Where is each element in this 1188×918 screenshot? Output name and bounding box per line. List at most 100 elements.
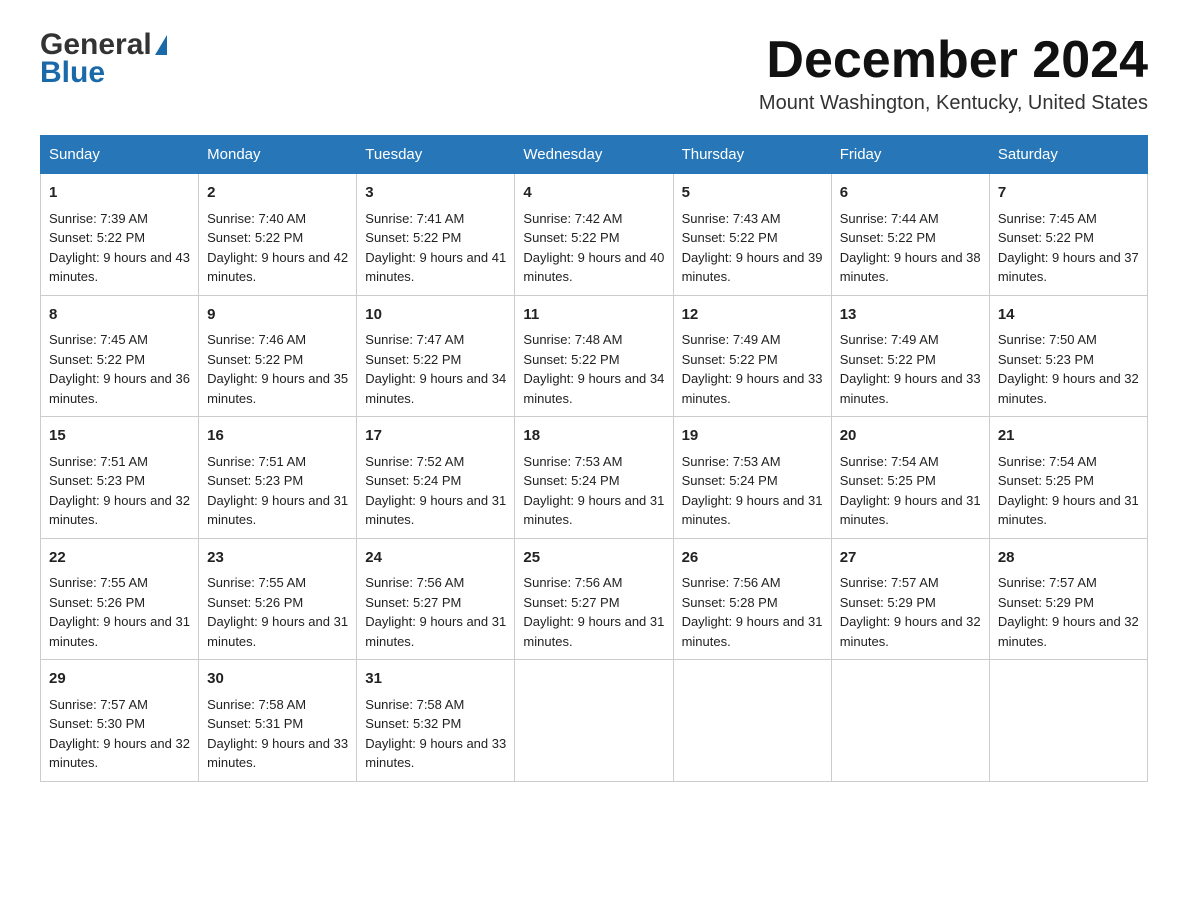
calendar-day-14: 14Sunrise: 7:50 AMSunset: 5:23 PMDayligh…	[989, 295, 1147, 417]
day-header-wednesday: Wednesday	[515, 136, 673, 174]
day-number: 29	[49, 668, 190, 691]
day-number: 28	[998, 547, 1139, 570]
sunset-text: Sunset: 5:22 PM	[365, 352, 461, 367]
empty-cell	[515, 660, 673, 782]
daylight-text: Daylight: 9 hours and 32 minutes.	[998, 614, 1139, 649]
sunrise-text: Sunrise: 7:47 AM	[365, 332, 464, 347]
day-number: 2	[207, 182, 348, 205]
daylight-text: Daylight: 9 hours and 40 minutes.	[523, 250, 664, 285]
calendar-day-2: 2 Sunrise: 7:40 AM Sunset: 5:22 PM Daylight…	[199, 174, 357, 296]
day-number: 25	[523, 547, 664, 570]
daylight-text: Daylight: 9 hours and 31 minutes.	[365, 614, 506, 649]
logo-triangle-icon	[155, 35, 167, 55]
sunrise-text: Sunrise: 7:55 AM	[49, 575, 148, 590]
calendar-day-27: 27Sunrise: 7:57 AMSunset: 5:29 PMDayligh…	[831, 538, 989, 660]
calendar-day-3: 3Sunrise: 7:41 AMSunset: 5:22 PMDaylight…	[357, 174, 515, 296]
daylight-text: Daylight: 9 hours and 38 minutes.	[840, 250, 981, 285]
sunrise-text: Sunrise: 7:56 AM	[365, 575, 464, 590]
calendar-day-25: 25Sunrise: 7:56 AMSunset: 5:27 PMDayligh…	[515, 538, 673, 660]
sunrise-text: Sunrise: 7:42 AM	[523, 211, 622, 226]
sunrise-text: Sunrise: 7:58 AM	[365, 697, 464, 712]
sunrise-text: Sunrise: 7:57 AM	[49, 697, 148, 712]
calendar-day-11: 11Sunrise: 7:48 AMSunset: 5:22 PMDayligh…	[515, 295, 673, 417]
calendar-day-21: 21Sunrise: 7:54 AMSunset: 5:25 PMDayligh…	[989, 417, 1147, 539]
day-number: 14	[998, 304, 1139, 327]
sunrise-text: Sunrise: 7:53 AM	[682, 454, 781, 469]
day-number: 10	[365, 304, 506, 327]
daylight-text: Daylight: 9 hours and 31 minutes.	[207, 493, 348, 528]
calendar-day-10: 10 Sunrise: 7:47 AM Sunset: 5:22 PM Dayligh…	[357, 295, 515, 417]
calendar-day-7: 7Sunrise: 7:45 AMSunset: 5:22 PMDaylight…	[989, 174, 1147, 296]
calendar-day-8: 8 Sunrise: 7:45 AM Sunset: 5:22 PM Daylight…	[41, 295, 199, 417]
sunset-text: Sunset: 5:26 PM	[207, 595, 303, 610]
sunset-text: Sunset: 5:22 PM	[49, 352, 145, 367]
day-number: 19	[682, 425, 823, 448]
sunset-text: Sunset: 5:31 PM	[207, 716, 303, 731]
day-number: 23	[207, 547, 348, 570]
sunset-text: Sunset: 5:29 PM	[840, 595, 936, 610]
sunrise-text: Sunrise: 7:51 AM	[207, 454, 306, 469]
sunset-text: Sunset: 5:32 PM	[365, 716, 461, 731]
day-number: 7	[998, 182, 1139, 205]
day-number: 18	[523, 425, 664, 448]
daylight-text: Daylight: 9 hours and 43 minutes.	[49, 250, 190, 285]
day-number: 17	[365, 425, 506, 448]
sunset-text: Sunset: 5:28 PM	[682, 595, 778, 610]
day-number: 27	[840, 547, 981, 570]
sunset-text: Sunset: 5:25 PM	[998, 473, 1094, 488]
day-header-monday: Monday	[199, 136, 357, 174]
day-number: 26	[682, 547, 823, 570]
sunset-text: Sunset: 5:24 PM	[682, 473, 778, 488]
day-number: 8	[49, 304, 190, 327]
location-title: Mount Washington, Kentucky, United State…	[759, 92, 1148, 115]
daylight-text: Daylight: 9 hours and 36 minutes.	[49, 371, 190, 406]
sunset-text: Sunset: 5:22 PM	[207, 230, 303, 245]
calendar-day-20: 20Sunrise: 7:54 AMSunset: 5:25 PMDayligh…	[831, 417, 989, 539]
day-number: 15	[49, 425, 190, 448]
sunrise-text: Sunrise: 7:45 AM	[49, 332, 148, 347]
day-number: 9	[207, 304, 348, 327]
day-number: 12	[682, 304, 823, 327]
sunrise-text: Sunrise: 7:39 AM	[49, 211, 148, 226]
sunset-text: Sunset: 5:27 PM	[523, 595, 619, 610]
sunrise-text: Sunrise: 7:49 AM	[682, 332, 781, 347]
sunset-text: Sunset: 5:22 PM	[523, 352, 619, 367]
day-number: 21	[998, 425, 1139, 448]
day-header-sunday: Sunday	[41, 136, 199, 174]
calendar-week-4: 22 Sunrise: 7:55 AM Sunset: 5:26 PM Dayligh…	[41, 538, 1148, 660]
calendar-day-17: 17Sunrise: 7:52 AMSunset: 5:24 PMDayligh…	[357, 417, 515, 539]
sunrise-text: Sunrise: 7:50 AM	[998, 332, 1097, 347]
calendar-day-28: 28Sunrise: 7:57 AMSunset: 5:29 PMDayligh…	[989, 538, 1147, 660]
day-number: 31	[365, 668, 506, 691]
daylight-text: Daylight: 9 hours and 34 minutes.	[365, 371, 506, 406]
calendar-day-16: 16Sunrise: 7:51 AMSunset: 5:23 PMDayligh…	[199, 417, 357, 539]
sunrise-text: Sunrise: 7:40 AM	[207, 211, 306, 226]
sunset-text: Sunset: 5:27 PM	[365, 595, 461, 610]
day-number: 6	[840, 182, 981, 205]
sunset-text: Sunset: 5:26 PM	[49, 595, 145, 610]
sunset-text: Sunset: 5:30 PM	[49, 716, 145, 731]
day-number: 30	[207, 668, 348, 691]
day-header-friday: Friday	[831, 136, 989, 174]
sunset-text: Sunset: 5:22 PM	[998, 230, 1094, 245]
day-number: 22	[49, 547, 190, 570]
sunset-text: Sunset: 5:23 PM	[998, 352, 1094, 367]
sunrise-text: Sunrise: 7:49 AM	[840, 332, 939, 347]
sunset-text: Sunset: 5:23 PM	[207, 473, 303, 488]
sunset-text: Sunset: 5:22 PM	[840, 352, 936, 367]
page-header: General Blue December 2024 Mount Washing…	[40, 30, 1148, 115]
sunset-text: Sunset: 5:22 PM	[840, 230, 936, 245]
daylight-text: Daylight: 9 hours and 42 minutes.	[207, 250, 348, 285]
empty-cell	[989, 660, 1147, 782]
calendar-day-18: 18Sunrise: 7:53 AMSunset: 5:24 PMDayligh…	[515, 417, 673, 539]
sunrise-text: Sunrise: 7:51 AM	[49, 454, 148, 469]
sunrise-text: Sunrise: 7:56 AM	[523, 575, 622, 590]
calendar-week-5: 29Sunrise: 7:57 AMSunset: 5:30 PMDayligh…	[41, 660, 1148, 782]
day-number: 4	[523, 182, 664, 205]
day-number: 3	[365, 182, 506, 205]
calendar-day-1: 1Sunrise: 7:39 AMSunset: 5:22 PMDaylight…	[41, 174, 199, 296]
logo: General Blue	[40, 30, 168, 88]
day-number: 11	[523, 304, 664, 327]
day-number: 20	[840, 425, 981, 448]
calendar-week-1: 1Sunrise: 7:39 AMSunset: 5:22 PMDaylight…	[41, 174, 1148, 296]
